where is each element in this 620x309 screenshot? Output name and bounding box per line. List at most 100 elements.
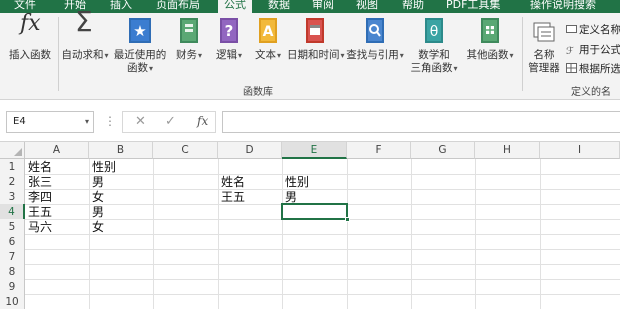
gridline <box>25 294 620 295</box>
cell-d2[interactable]: 姓名 <box>218 174 282 190</box>
chevron-down-icon: ▾ <box>453 64 458 73</box>
math-trig-button[interactable]: θ 数学和 三角函数▾ <box>407 17 461 75</box>
cell-a3[interactable]: 李四 <box>25 189 89 205</box>
column-header-a[interactable]: A <box>25 142 89 159</box>
row-header-10[interactable]: 10 <box>0 294 25 309</box>
gridline <box>25 249 620 250</box>
text-book-icon: A <box>254 17 282 47</box>
calendar-book-icon <box>301 17 329 47</box>
cancel-icon[interactable]: ✕ <box>135 114 146 129</box>
name-manager-button[interactable]: 名称 管理器 <box>524 17 564 75</box>
recently-used-button[interactable]: ★ 最近使用的 函数▾ <box>111 17 169 75</box>
column-header-e[interactable]: E <box>282 142 347 159</box>
column-header-c[interactable]: C <box>153 142 218 159</box>
cell-b4[interactable]: 男 <box>89 204 153 220</box>
grid-icon <box>566 63 577 73</box>
column-header-f[interactable]: F <box>347 142 411 159</box>
chevron-down-icon[interactable]: ▾ <box>85 112 89 132</box>
insert-function-button[interactable]: fx 插入函数 <box>7 11 53 62</box>
math-trig-label-2: 三角函数 <box>410 62 453 74</box>
cell-b5[interactable]: 女 <box>89 219 153 235</box>
insert-function-fx-icon[interactable]: fx <box>197 114 208 128</box>
star-book-icon: ★ <box>126 17 154 47</box>
row-header-8[interactable]: 8 <box>0 264 25 280</box>
tab-help[interactable]: 帮助 <box>402 0 424 13</box>
define-name-button[interactable]: 定义名称 <box>566 22 620 37</box>
column-header-g[interactable]: G <box>411 142 475 159</box>
cell-b3[interactable]: 女 <box>89 189 153 205</box>
row-header-3[interactable]: 3 <box>0 189 25 205</box>
date-time-button[interactable]: 日期和时间▾ <box>287 17 345 62</box>
column-header-h[interactable]: H <box>475 142 540 159</box>
column-header-i[interactable]: I <box>540 142 620 159</box>
lookup-reference-button[interactable]: 查找与引用▾ <box>346 17 404 62</box>
row-header-6[interactable]: 6 <box>0 234 25 250</box>
tab-pdf-tools[interactable]: PDF工具集 <box>446 0 500 13</box>
cell-a1[interactable]: 姓名 <box>25 159 89 175</box>
more-functions-book-icon <box>476 17 504 47</box>
cell-e2[interactable]: 性别 <box>282 174 347 190</box>
magnifier-book-icon <box>361 17 389 47</box>
logical-button[interactable]: ? 逻辑▾ <box>212 17 246 62</box>
svg-text:θ: θ <box>430 24 439 40</box>
svg-text:?: ? <box>225 22 234 40</box>
text-label: 文本 <box>254 49 276 61</box>
name-manager-label-2: 管理器 <box>528 62 560 74</box>
chevron-down-icon: ▾ <box>197 51 202 60</box>
tab-data[interactable]: 数据 <box>268 0 290 13</box>
tab-insert[interactable]: 插入 <box>110 0 132 13</box>
tab-review[interactable]: 审阅 <box>312 0 334 13</box>
cell-d3[interactable]: 王五 <box>218 189 282 205</box>
active-cell-selection <box>281 203 350 222</box>
column-header-b[interactable]: B <box>89 142 153 159</box>
column-header-d[interactable]: D <box>218 142 282 159</box>
row-header-4[interactable]: 4 <box>0 204 25 220</box>
cell-a5[interactable]: 马六 <box>25 219 89 235</box>
text-functions-button[interactable]: A 文本▾ <box>251 17 285 62</box>
name-box-value: E4 <box>13 116 26 127</box>
math-trig-label-1: 数学和 <box>418 49 450 61</box>
name-box[interactable]: E4 ▾ <box>6 111 94 133</box>
tab-formulas[interactable]: 公式 <box>218 0 252 13</box>
insert-function-label: 插入函数 <box>9 49 51 61</box>
autosum-label: 自动求和 <box>61 49 104 61</box>
formula-bar: E4 ▾ ⋮ ✕ ✓ fx <box>0 100 620 142</box>
worksheet-grid[interactable]: ABCDEFGHI 1 2 3 4 5 6 7 8 9 10 姓名 性别 张三男李四女王五男马六女姓名… <box>0 142 620 309</box>
logical-label: 逻辑 <box>215 49 237 61</box>
select-all-corner[interactable] <box>0 142 25 159</box>
use-in-formula-icon: ℱ <box>566 46 574 57</box>
chevron-down-icon: ▾ <box>148 64 153 73</box>
enter-icon[interactable]: ✓ <box>165 114 176 129</box>
ribbon-separator <box>58 17 59 91</box>
tab-page-layout[interactable]: 页面布局 <box>156 0 200 13</box>
tab-tell-me-search[interactable]: 操作说明搜索 <box>530 0 596 13</box>
row-header-9[interactable]: 9 <box>0 279 25 295</box>
cell-b2[interactable]: 男 <box>89 174 153 190</box>
autosum-button[interactable]: Σ 自动求和▾ <box>61 5 109 62</box>
ribbon-separator <box>522 17 523 91</box>
financial-button[interactable]: 财务▾ <box>172 17 206 62</box>
row-header-5[interactable]: 5 <box>0 219 25 235</box>
ribbon-tab-bar: 文件 开始 插入 页面布局 公式 数据 审阅 视图 帮助 PDF工具集 操作说明… <box>0 0 620 13</box>
recently-used-label-1: 最近使用的 <box>113 49 167 61</box>
formula-input[interactable] <box>222 111 620 133</box>
row-header-2[interactable]: 2 <box>0 174 25 190</box>
use-in-formula-button[interactable]: ℱ 用于公式 <box>566 42 620 57</box>
lookup-label: 查找与引用 <box>346 49 399 61</box>
name-manager-label-1: 名称 <box>533 49 555 61</box>
create-from-selection-button[interactable]: 根据所选 <box>566 61 620 76</box>
cell-b1[interactable]: 性别 <box>89 159 153 175</box>
row-header-7[interactable]: 7 <box>0 249 25 265</box>
cell-a4[interactable]: 王五 <box>25 204 89 220</box>
fx-icon: fx <box>20 11 41 36</box>
fill-handle[interactable] <box>345 217 350 222</box>
more-functions-button[interactable]: 其他函数▾ <box>463 17 517 62</box>
sigma-icon: Σ <box>75 5 93 38</box>
svg-text:★: ★ <box>133 22 146 40</box>
define-name-label: 定义名称 <box>579 24 620 36</box>
tab-view[interactable]: 视图 <box>356 0 378 13</box>
row-header-1[interactable]: 1 <box>0 159 25 175</box>
tag-icon <box>566 24 577 34</box>
formula-bar-resize-handle[interactable]: ⋮ <box>104 114 116 128</box>
cell-a2[interactable]: 张三 <box>25 174 89 190</box>
